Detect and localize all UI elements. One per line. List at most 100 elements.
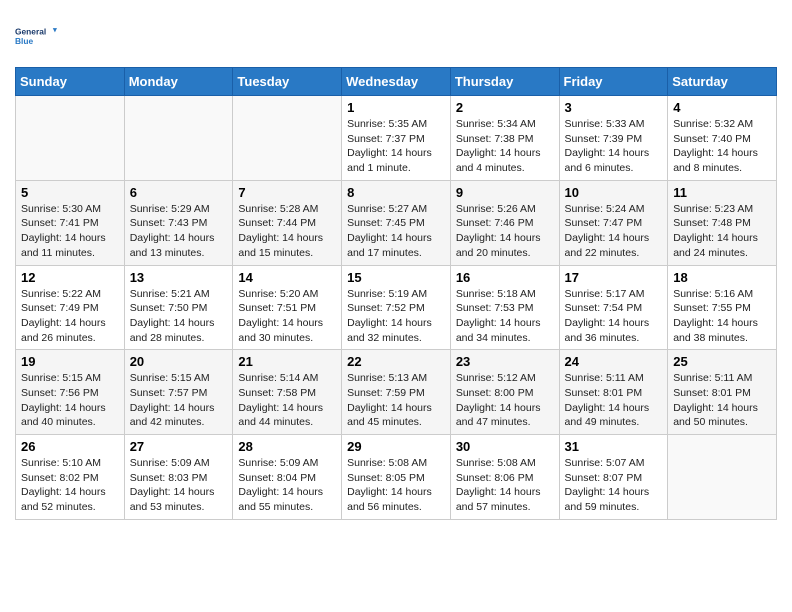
day-number: 2 — [456, 100, 554, 115]
day-number: 31 — [565, 439, 663, 454]
logo-svg: General Blue — [15, 15, 57, 57]
calendar-header: SundayMondayTuesdayWednesdayThursdayFrid… — [16, 68, 777, 96]
calendar-day-header: Wednesday — [342, 68, 451, 96]
calendar-day-header: Monday — [124, 68, 233, 96]
calendar-day-cell — [16, 96, 125, 181]
day-number: 7 — [238, 185, 336, 200]
day-info: Sunrise: 5:34 AMSunset: 7:38 PMDaylight:… — [456, 117, 554, 176]
day-number: 9 — [456, 185, 554, 200]
calendar-week-row: 12Sunrise: 5:22 AMSunset: 7:49 PMDayligh… — [16, 265, 777, 350]
calendar-day-cell — [233, 96, 342, 181]
day-info: Sunrise: 5:28 AMSunset: 7:44 PMDaylight:… — [238, 202, 336, 261]
day-number: 30 — [456, 439, 554, 454]
day-info: Sunrise: 5:27 AMSunset: 7:45 PMDaylight:… — [347, 202, 445, 261]
calendar-day-cell: 6 Sunrise: 5:29 AMSunset: 7:43 PMDaylight… — [124, 180, 233, 265]
calendar-week-row: 1Sunrise: 5:35 AMSunset: 7:37 PMDaylight… — [16, 96, 777, 181]
calendar-day-cell: 2 Sunrise: 5:34 AMSunset: 7:38 PMDaylight… — [450, 96, 559, 181]
calendar-day-cell: 9 Sunrise: 5:26 AMSunset: 7:46 PMDaylight… — [450, 180, 559, 265]
day-number: 10 — [565, 185, 663, 200]
logo: General Blue — [15, 15, 57, 57]
calendar-day-cell: 25Sunrise: 5:11 AMSunset: 8:01 PMDayligh… — [668, 350, 777, 435]
calendar-day-cell: 3 Sunrise: 5:33 AMSunset: 7:39 PMDaylight… — [559, 96, 668, 181]
day-number: 26 — [21, 439, 119, 454]
day-info: Sunrise: 5:18 AMSunset: 7:53 PMDaylight:… — [456, 287, 554, 346]
day-info: Sunrise: 5:08 AMSunset: 8:06 PMDaylight:… — [456, 456, 554, 515]
day-number: 23 — [456, 354, 554, 369]
day-number: 8 — [347, 185, 445, 200]
calendar-day-cell: 14 Sunrise: 5:20 AMSunset: 7:51 PMDayligh… — [233, 265, 342, 350]
calendar-day-cell: 17Sunrise: 5:17 AMSunset: 7:54 PMDayligh… — [559, 265, 668, 350]
day-number: 3 — [565, 100, 663, 115]
day-number: 15 — [347, 270, 445, 285]
day-number: 27 — [130, 439, 228, 454]
calendar-day-header: Saturday — [668, 68, 777, 96]
calendar-week-row: 26 Sunrise: 5:10 AMSunset: 8:02 PMDayligh… — [16, 435, 777, 520]
day-info: Sunrise: 5:08 AMSunset: 8:05 PMDaylight:… — [347, 456, 445, 515]
day-info: Sunrise: 5:12 AMSunset: 8:00 PMDaylight:… — [456, 371, 554, 430]
calendar-week-row: 19Sunrise: 5:15 AMSunset: 7:56 PMDayligh… — [16, 350, 777, 435]
calendar-day-cell: 15 Sunrise: 5:19 AMSunset: 7:52 PMDayligh… — [342, 265, 451, 350]
day-info: Sunrise: 5:10 AMSunset: 8:02 PMDaylight:… — [21, 456, 119, 515]
day-info: Sunrise: 5:32 AMSunset: 7:40 PMDaylight:… — [673, 117, 771, 176]
calendar-day-cell: 20 Sunrise: 5:15 AMSunset: 7:57 PMDayligh… — [124, 350, 233, 435]
calendar-day-cell: 11 Sunrise: 5:23 AMSunset: 7:48 PMDayligh… — [668, 180, 777, 265]
calendar-table: SundayMondayTuesdayWednesdayThursdayFrid… — [15, 67, 777, 520]
calendar-day-cell: 29 Sunrise: 5:08 AMSunset: 8:05 PMDayligh… — [342, 435, 451, 520]
day-number: 25 — [673, 354, 771, 369]
calendar-day-header: Tuesday — [233, 68, 342, 96]
day-info: Sunrise: 5:26 AMSunset: 7:46 PMDaylight:… — [456, 202, 554, 261]
day-info: Sunrise: 5:15 AMSunset: 7:56 PMDaylight:… — [21, 371, 119, 430]
day-number: 17 — [565, 270, 663, 285]
day-number: 29 — [347, 439, 445, 454]
day-info: Sunrise: 5:14 AMSunset: 7:58 PMDaylight:… — [238, 371, 336, 430]
calendar-day-cell: 7 Sunrise: 5:28 AMSunset: 7:44 PMDaylight… — [233, 180, 342, 265]
calendar-day-cell: 18Sunrise: 5:16 AMSunset: 7:55 PMDayligh… — [668, 265, 777, 350]
calendar-day-cell: 12Sunrise: 5:22 AMSunset: 7:49 PMDayligh… — [16, 265, 125, 350]
day-number: 13 — [130, 270, 228, 285]
day-number: 22 — [347, 354, 445, 369]
calendar-day-cell: 26 Sunrise: 5:10 AMSunset: 8:02 PMDayligh… — [16, 435, 125, 520]
calendar-day-cell: 21 Sunrise: 5:14 AMSunset: 7:58 PMDayligh… — [233, 350, 342, 435]
calendar-day-cell: 22Sunrise: 5:13 AMSunset: 7:59 PMDayligh… — [342, 350, 451, 435]
day-info: Sunrise: 5:30 AMSunset: 7:41 PMDaylight:… — [21, 202, 119, 261]
calendar-day-header: Sunday — [16, 68, 125, 96]
day-info: Sunrise: 5:20 AMSunset: 7:51 PMDaylight:… — [238, 287, 336, 346]
day-info: Sunrise: 5:19 AMSunset: 7:52 PMDaylight:… — [347, 287, 445, 346]
day-info: Sunrise: 5:15 AMSunset: 7:57 PMDaylight:… — [130, 371, 228, 430]
day-info: Sunrise: 5:07 AMSunset: 8:07 PMDaylight:… — [565, 456, 663, 515]
day-number: 6 — [130, 185, 228, 200]
day-number: 18 — [673, 270, 771, 285]
svg-text:General: General — [15, 26, 46, 36]
day-info: Sunrise: 5:09 AMSunset: 8:04 PMDaylight:… — [238, 456, 336, 515]
day-info: Sunrise: 5:24 AMSunset: 7:47 PMDaylight:… — [565, 202, 663, 261]
calendar-day-cell: 24 Sunrise: 5:11 AMSunset: 8:01 PMDayligh… — [559, 350, 668, 435]
calendar-day-cell: 28 Sunrise: 5:09 AMSunset: 8:04 PMDayligh… — [233, 435, 342, 520]
day-info: Sunrise: 5:33 AMSunset: 7:39 PMDaylight:… — [565, 117, 663, 176]
calendar-day-cell: 16 Sunrise: 5:18 AMSunset: 7:53 PMDayligh… — [450, 265, 559, 350]
calendar-day-cell: 5 Sunrise: 5:30 AMSunset: 7:41 PMDaylight… — [16, 180, 125, 265]
day-info: Sunrise: 5:09 AMSunset: 8:03 PMDaylight:… — [130, 456, 228, 515]
day-number: 16 — [456, 270, 554, 285]
day-number: 11 — [673, 185, 771, 200]
day-number: 12 — [21, 270, 119, 285]
calendar-day-cell: 8 Sunrise: 5:27 AMSunset: 7:45 PMDaylight… — [342, 180, 451, 265]
calendar-day-cell: 30 Sunrise: 5:08 AMSunset: 8:06 PMDayligh… — [450, 435, 559, 520]
day-number: 28 — [238, 439, 336, 454]
calendar-day-header: Thursday — [450, 68, 559, 96]
calendar-day-cell: 27 Sunrise: 5:09 AMSunset: 8:03 PMDayligh… — [124, 435, 233, 520]
calendar-day-cell: 31 Sunrise: 5:07 AMSunset: 8:07 PMDayligh… — [559, 435, 668, 520]
calendar-day-cell: 13Sunrise: 5:21 AMSunset: 7:50 PMDayligh… — [124, 265, 233, 350]
calendar-day-cell: 4Sunrise: 5:32 AMSunset: 7:40 PMDaylight… — [668, 96, 777, 181]
calendar-week-row: 5 Sunrise: 5:30 AMSunset: 7:41 PMDaylight… — [16, 180, 777, 265]
day-number: 5 — [21, 185, 119, 200]
day-number: 21 — [238, 354, 336, 369]
calendar-day-cell — [124, 96, 233, 181]
day-number: 20 — [130, 354, 228, 369]
day-info: Sunrise: 5:11 AMSunset: 8:01 PMDaylight:… — [565, 371, 663, 430]
calendar-day-cell: 1Sunrise: 5:35 AMSunset: 7:37 PMDaylight… — [342, 96, 451, 181]
day-info: Sunrise: 5:29 AMSunset: 7:43 PMDaylight:… — [130, 202, 228, 261]
day-info: Sunrise: 5:23 AMSunset: 7:48 PMDaylight:… — [673, 202, 771, 261]
page-header: General Blue — [15, 15, 777, 57]
day-number: 14 — [238, 270, 336, 285]
day-number: 24 — [565, 354, 663, 369]
